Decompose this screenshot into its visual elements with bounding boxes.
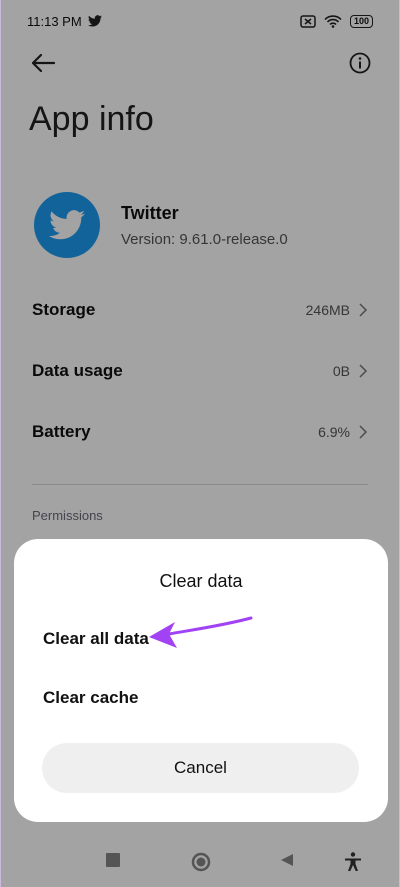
app-info-screen: 11:13 PM 100 App info Twitter Version: 9… (0, 0, 400, 887)
cancel-button[interactable]: Cancel (42, 743, 359, 793)
dialog-title: Clear data (159, 571, 243, 591)
annotation-arrow-icon (149, 616, 253, 648)
home-circle-icon[interactable] (191, 852, 211, 872)
clear-data-dialog: Clear data Clear all data Clear cache Ca… (14, 539, 388, 822)
recents-square-icon[interactable] (105, 852, 121, 868)
accessibility-icon[interactable] (344, 852, 362, 872)
navigation-bar (1, 840, 399, 884)
clear-cache-option[interactable]: Clear cache (43, 688, 138, 708)
clear-all-data-option[interactable]: Clear all data (43, 629, 149, 649)
back-triangle-icon[interactable] (279, 852, 295, 868)
